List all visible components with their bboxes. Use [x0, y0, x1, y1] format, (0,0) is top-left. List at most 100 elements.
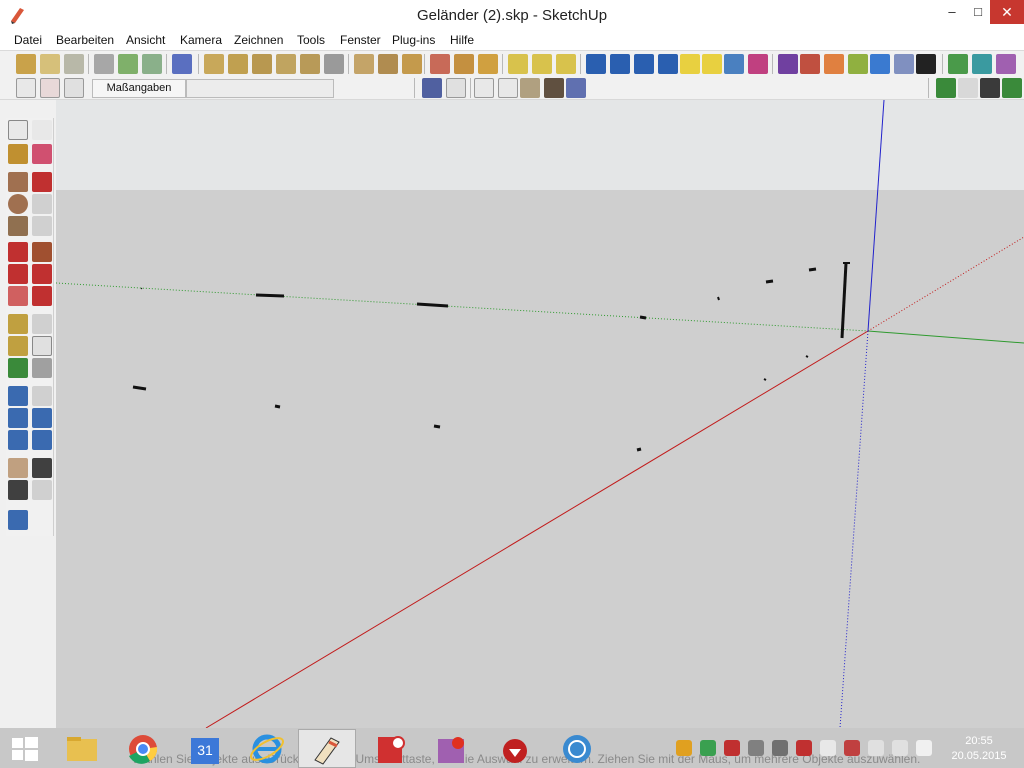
refresh-icon[interactable]: [870, 54, 890, 74]
zoom-window-icon[interactable]: [32, 408, 52, 428]
yellow-tool-b-icon[interactable]: [702, 54, 722, 74]
menu-kamera[interactable]: Kamera: [180, 33, 222, 47]
menu-fenster[interactable]: Fenster: [340, 33, 381, 47]
signal-icon[interactable]: [868, 740, 884, 756]
menu-datei[interactable]: Datei: [14, 33, 42, 47]
box-icon[interactable]: [204, 54, 224, 74]
tube-icon[interactable]: [252, 54, 272, 74]
blue-tool-d-icon[interactable]: [658, 54, 678, 74]
prism-icon[interactable]: [300, 54, 320, 74]
push-pull-tool-icon[interactable]: [32, 242, 52, 262]
select-tool-icon[interactable]: [8, 120, 28, 140]
dome-icon[interactable]: [402, 54, 422, 74]
taskbar-chrome[interactable]: [114, 729, 172, 768]
crosshair-icon[interactable]: [40, 78, 60, 98]
stair-a-icon[interactable]: [508, 54, 528, 74]
menu-hilfe[interactable]: Hilfe: [450, 33, 474, 47]
teal-arrow-icon[interactable]: [972, 54, 992, 74]
layered-style-icon[interactable]: [544, 78, 564, 98]
look-around-icon[interactable]: [32, 458, 52, 478]
3d-text-tool-icon[interactable]: [32, 358, 52, 378]
play-icon[interactable]: [936, 78, 956, 98]
text-tool-icon[interactable]: [32, 336, 52, 356]
orbit-tool-icon[interactable]: [8, 386, 28, 406]
plugin-fe-icon[interactable]: [172, 54, 192, 74]
tray-red-icon[interactable]: [796, 740, 812, 756]
menu-plugins[interactable]: Plug-ins: [392, 33, 435, 47]
rectangle-tool-icon[interactable]: [8, 172, 28, 192]
hidden-line-style-icon[interactable]: [446, 78, 466, 98]
tray-app-icon[interactable]: [676, 740, 692, 756]
pipette-icon[interactable]: [996, 54, 1016, 74]
axes-icon[interactable]: [64, 78, 84, 98]
line-tool-icon[interactable]: [32, 172, 52, 192]
previous-view-icon[interactable]: [32, 430, 52, 450]
dimension-tool-icon[interactable]: [32, 314, 52, 334]
stair-b-icon[interactable]: [532, 54, 552, 74]
taskbar-app-blue[interactable]: [548, 729, 606, 768]
front-view-icon[interactable]: [64, 54, 84, 74]
component-tool-icon[interactable]: [32, 120, 52, 140]
blue-tool-c-icon[interactable]: [634, 54, 654, 74]
green-line-icon[interactable]: [848, 54, 868, 74]
shaded-style-icon[interactable]: [474, 78, 494, 98]
hand-icon[interactable]: [894, 54, 914, 74]
paint-bucket-icon[interactable]: [8, 144, 28, 164]
freehand-tool-icon[interactable]: [32, 216, 52, 236]
model-scene[interactable]: [56, 100, 1024, 728]
polygon-tool-icon[interactable]: [8, 216, 28, 236]
taskbar-calendar[interactable]: 31: [172, 729, 230, 768]
shape-icon[interactable]: [378, 54, 398, 74]
line-red-icon[interactable]: [800, 54, 820, 74]
start-button[interactable]: [0, 729, 58, 768]
next-icon[interactable]: [1002, 78, 1022, 98]
green-cube-icon[interactable]: [948, 54, 968, 74]
rotate-purple-icon[interactable]: [778, 54, 798, 74]
volume-icon[interactable]: [892, 740, 908, 756]
color-tool-a-icon[interactable]: [724, 54, 744, 74]
taskbar-app-4[interactable]: [424, 729, 482, 768]
taskbar-downloader[interactable]: [486, 729, 544, 768]
section-icon[interactable]: [118, 54, 138, 74]
position-camera-icon[interactable]: [8, 458, 28, 478]
cylinder-icon[interactable]: [228, 54, 248, 74]
menu-ansicht[interactable]: Ansicht: [126, 33, 165, 47]
xray-icon[interactable]: [94, 54, 114, 74]
color-tool-b-icon[interactable]: [748, 54, 768, 74]
stair-c-icon[interactable]: [556, 54, 576, 74]
follow-me-tool-icon[interactable]: [32, 264, 52, 284]
tray-lock-icon[interactable]: [772, 740, 788, 756]
zoom-extents-icon[interactable]: [8, 430, 28, 450]
black-oval-icon[interactable]: [916, 54, 936, 74]
menu-bearbeiten[interactable]: Bearbeiten: [56, 33, 114, 47]
monochrome-style-icon[interactable]: [520, 78, 540, 98]
cloud-icon[interactable]: [916, 740, 932, 756]
measurements-input[interactable]: [186, 79, 334, 98]
taskbar-pdf[interactable]: [362, 729, 420, 768]
scale-tool-icon[interactable]: [8, 286, 28, 306]
blue-tool-b-icon[interactable]: [610, 54, 630, 74]
section-plane-icon[interactable]: [32, 480, 52, 500]
zoom-tool-icon[interactable]: [8, 408, 28, 428]
taskbar-ie[interactable]: [238, 729, 296, 768]
blue-tool-a-icon[interactable]: [586, 54, 606, 74]
top-view-icon[interactable]: [40, 54, 60, 74]
tray-security-icon[interactable]: [748, 740, 764, 756]
yellow-tool-a-icon[interactable]: [680, 54, 700, 74]
grid-icon[interactable]: [16, 78, 36, 98]
menu-zeichnen[interactable]: Zeichnen: [234, 33, 283, 47]
tool-b-icon[interactable]: [454, 54, 474, 74]
tape-measure-icon[interactable]: [8, 314, 28, 334]
sandbox-tool-icon[interactable]: [8, 510, 28, 530]
axes-tool-icon[interactable]: [8, 358, 28, 378]
xray-style-icon[interactable]: [566, 78, 586, 98]
textured-style-icon[interactable]: [498, 78, 518, 98]
sandbox-icon[interactable]: [142, 54, 162, 74]
wireframe-style-icon[interactable]: [422, 78, 442, 98]
tray-antivirus-icon[interactable]: [724, 740, 740, 756]
rotate-tool-icon[interactable]: [8, 264, 28, 284]
move-tool-icon[interactable]: [8, 242, 28, 262]
orange-circle-icon[interactable]: [824, 54, 844, 74]
taskbar-explorer[interactable]: [56, 729, 114, 768]
pan-tool-icon[interactable]: [32, 386, 52, 406]
